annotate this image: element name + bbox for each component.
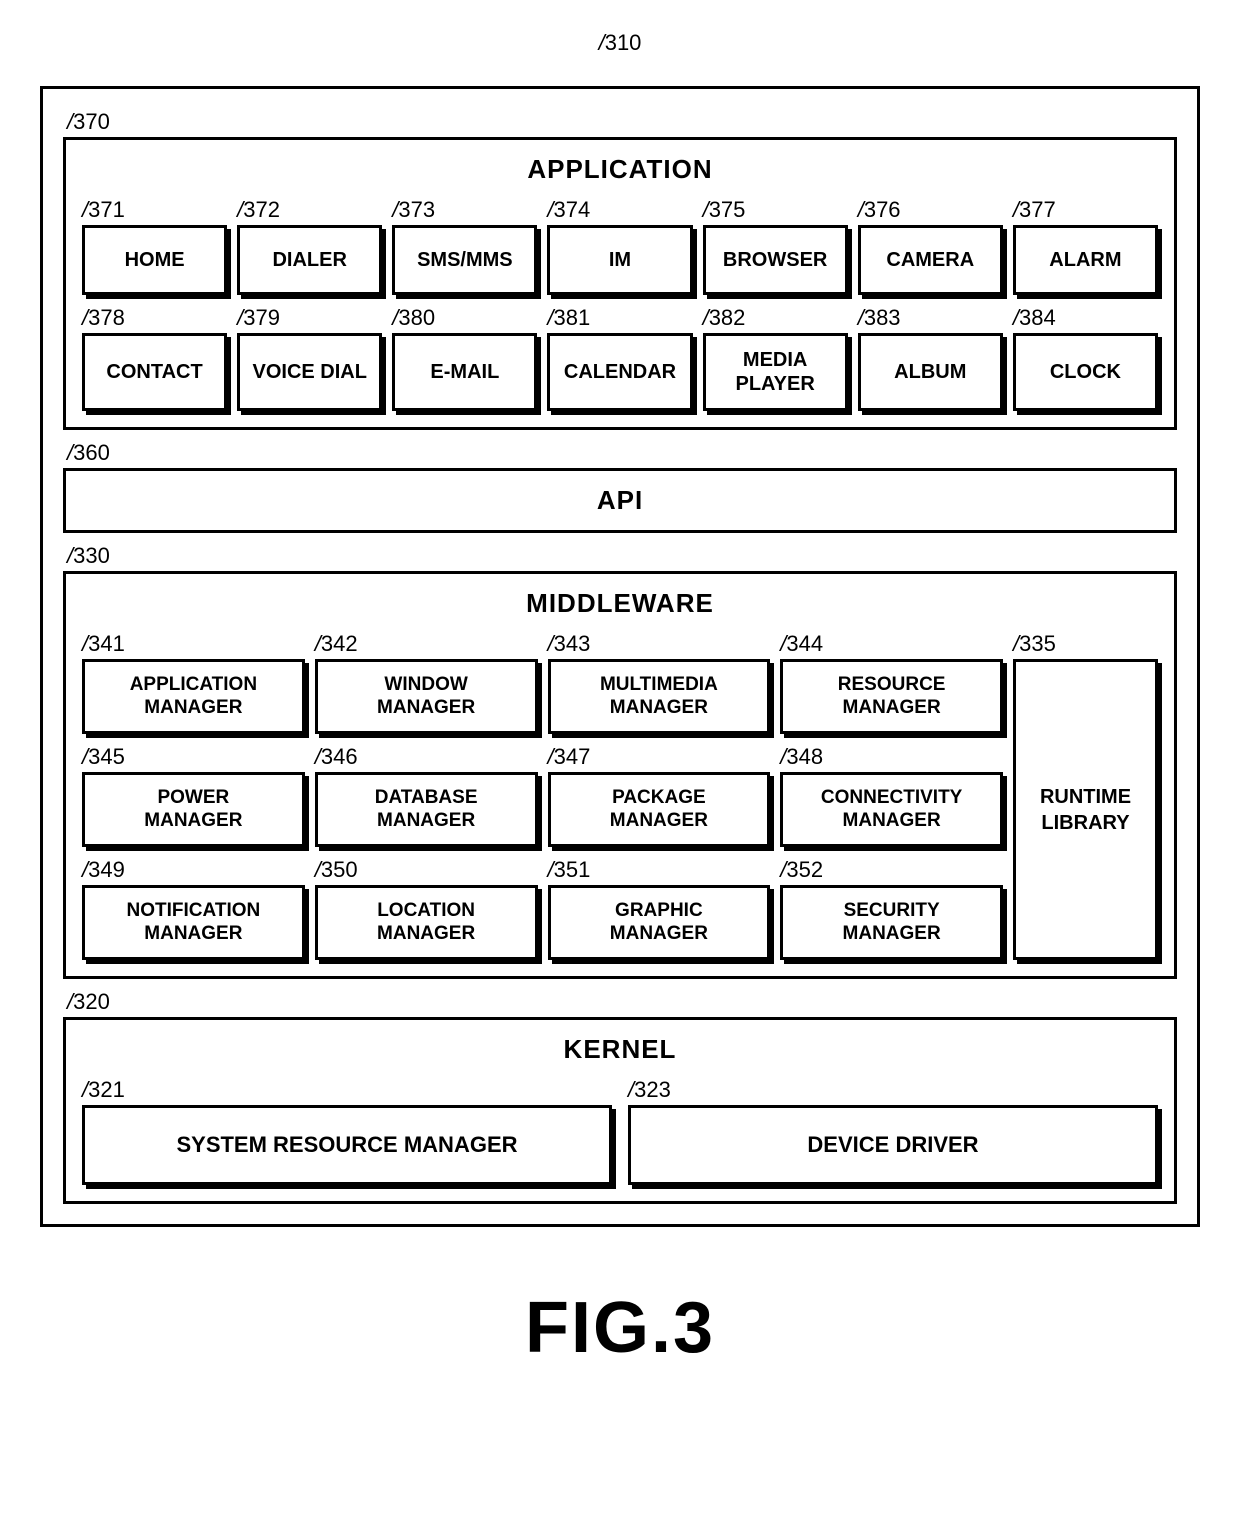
box-310: /370 APPLICATION /371HOME/372DIALER/373S…: [40, 86, 1200, 1227]
app-grid: /371HOME/372DIALER/373SMS/MMS/374IM/375B…: [82, 197, 1158, 411]
ref-321: /321: [82, 1077, 612, 1103]
ref-370: /370: [63, 109, 1177, 135]
ref-341: /341: [82, 631, 305, 657]
ref-371: /371: [82, 197, 227, 223]
ref-384: /384: [1013, 305, 1158, 331]
ref-379: /379: [237, 305, 382, 331]
app-box-376: CAMERA: [858, 225, 1003, 295]
application-section: APPLICATION /371HOME/372DIALER/373SMS/MM…: [63, 137, 1177, 430]
ref-346: /346: [315, 744, 538, 770]
app-box-378: CONTACT: [82, 333, 227, 411]
app-box-383: ALBUM: [858, 333, 1003, 411]
middleware-box-347: PACKAGEMANAGER: [548, 772, 771, 847]
ref-352: /352: [780, 857, 1003, 883]
middleware-row-1: /341APPLICATIONMANAGER/342WINDOWMANAGER /…: [82, 631, 1003, 734]
app-box-381: CALENDAR: [547, 333, 692, 411]
api-section: API: [63, 468, 1177, 533]
ref-370-label: 370: [73, 109, 110, 134]
kernel-section: KERNEL /321 SYSTEM RESOURCE MANAGER /323: [63, 1017, 1177, 1204]
app-row-2: /378CONTACT/379VOICE DIAL/380E-MAIL/381C…: [82, 305, 1158, 411]
ref-330: /330: [63, 543, 1177, 569]
ref-382: /382: [703, 305, 848, 331]
ref-320-label: 320: [73, 989, 110, 1014]
diagram-container: /310 /370 APPLICATION /371HOME/372DIALER…: [40, 30, 1200, 1369]
app-box-372: DIALER: [237, 225, 382, 295]
ref-320: /320: [63, 989, 1177, 1015]
ref-344: /344: [780, 631, 1003, 657]
ref-349: /349: [82, 857, 305, 883]
middleware-content: /341APPLICATIONMANAGER/342WINDOWMANAGER /…: [82, 631, 1158, 960]
middleware-grid: /341APPLICATIONMANAGER/342WINDOWMANAGER /…: [82, 631, 1003, 960]
ref-376: /376: [858, 197, 1003, 223]
app-row-1: /371HOME/372DIALER/373SMS/MMS/374IM/375B…: [82, 197, 1158, 295]
middleware-box-348: CONNECTIVITYMANAGER: [780, 772, 1003, 847]
middleware-box-343: MULTIMEDIAMANAGER: [548, 659, 771, 734]
middleware-row-2: /345POWERMANAGER/346DATABASEMANAGER/347P…: [82, 744, 1003, 847]
middleware-section: MIDDLEWARE /341APPLICATIONMANAGER/342WIN…: [63, 571, 1177, 979]
ref-345: /345: [82, 744, 305, 770]
ref-374: /374: [547, 197, 692, 223]
system-resource-manager-label: SYSTEM RESOURCE MANAGER: [176, 1132, 517, 1158]
ref-323: /323: [628, 1077, 1158, 1103]
ref-323-label: 323: [634, 1077, 671, 1102]
middleware-box-349: NOTIFICATIONMANAGER: [82, 885, 305, 960]
application-label: APPLICATION: [82, 154, 1158, 185]
ref-350: /350: [315, 857, 538, 883]
middleware-box-344: RESOURCEMANAGER: [780, 659, 1003, 734]
runtime-library-box: RUNTIMELIBRARY: [1013, 659, 1158, 960]
ref-378: /378: [82, 305, 227, 331]
middleware-box-342: WINDOWMANAGER: [315, 659, 538, 734]
middleware-box-352: SECURITYMANAGER: [780, 885, 1003, 960]
ref-360: /360: [63, 440, 1177, 466]
ref-321-label: 321: [88, 1077, 125, 1102]
ref-351: /351: [548, 857, 771, 883]
ref-360-label: 360: [73, 440, 110, 465]
app-box-374: IM: [547, 225, 692, 295]
ref-310-label: 310: [605, 30, 642, 55]
ref-375: /375: [703, 197, 848, 223]
middleware-box-345: POWERMANAGER: [82, 772, 305, 847]
ref-310: /310: [40, 30, 1200, 56]
ref-335-label: 335: [1019, 631, 1056, 656]
kernel-label: KERNEL: [82, 1034, 1158, 1065]
system-resource-manager-box: SYSTEM RESOURCE MANAGER: [82, 1105, 612, 1185]
api-label: API: [82, 485, 1158, 516]
middleware-row-3: /349NOTIFICATIONMANAGER/350LOCATIONMANAG…: [82, 857, 1003, 960]
ref-380: /380: [392, 305, 537, 331]
ref-377: /377: [1013, 197, 1158, 223]
app-box-371: HOME: [82, 225, 227, 295]
app-box-384: CLOCK: [1013, 333, 1158, 411]
ref-330-label: 330: [73, 543, 110, 568]
kernel-row: /321 SYSTEM RESOURCE MANAGER /323 DEVICE…: [82, 1077, 1158, 1185]
runtime-library-label: RUNTIMELIBRARY: [1040, 784, 1131, 836]
app-box-373: SMS/MMS: [392, 225, 537, 295]
middleware-box-341: APPLICATIONMANAGER: [82, 659, 305, 734]
app-box-375: BROWSER: [703, 225, 848, 295]
middleware-label: MIDDLEWARE: [82, 588, 1158, 619]
middleware-box-346: DATABASEMANAGER: [315, 772, 538, 847]
ref-383: /383: [858, 305, 1003, 331]
app-box-377: ALARM: [1013, 225, 1158, 295]
ref-347: /347: [548, 744, 771, 770]
device-driver-box: DEVICE DRIVER: [628, 1105, 1158, 1185]
ref-372: /372: [237, 197, 382, 223]
middleware-box-351: GRAPHICMANAGER: [548, 885, 771, 960]
ref-335: /335: [1013, 631, 1056, 657]
ref-343: /343: [548, 631, 771, 657]
ref-348: /348: [780, 744, 1003, 770]
ref-342: /342: [315, 631, 538, 657]
figure-label: FIG.3: [40, 1287, 1200, 1369]
ref-373: /373: [392, 197, 537, 223]
middleware-box-350: LOCATIONMANAGER: [315, 885, 538, 960]
app-box-379: VOICE DIAL: [237, 333, 382, 411]
ref-381: /381: [547, 305, 692, 331]
device-driver-label: DEVICE DRIVER: [807, 1132, 978, 1158]
app-box-382: MEDIAPLAYER: [703, 333, 848, 411]
app-box-380: E-MAIL: [392, 333, 537, 411]
